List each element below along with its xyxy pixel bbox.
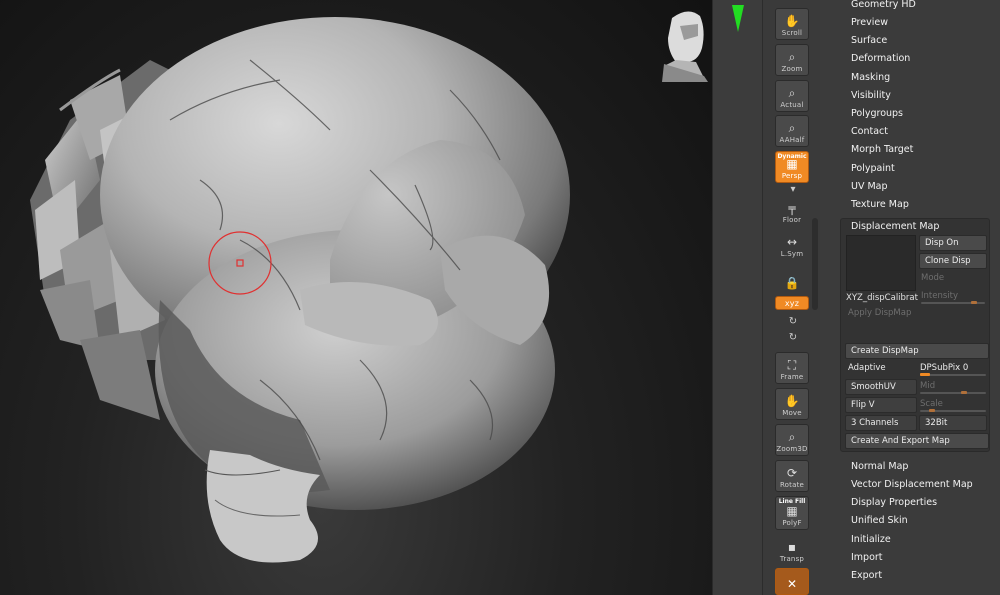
menu-item-contact[interactable]: Contact — [851, 124, 888, 140]
menu-item-unified-skin[interactable]: Unified Skin — [851, 513, 908, 529]
intensity-slider-handle[interactable] — [971, 301, 977, 304]
panel-scrollbar[interactable] — [812, 218, 818, 310]
smoothuv-toggle[interactable]: SmoothUV — [845, 379, 917, 395]
actual-button[interactable]: ⌕ Actual — [775, 80, 809, 112]
rotate-button[interactable]: ⟳ Rotate — [775, 460, 809, 492]
disp-on-button[interactable]: Disp On — [919, 235, 987, 251]
adaptive-toggle[interactable]: Adaptive — [848, 361, 886, 375]
menu-item-deformation[interactable]: Deformation — [851, 51, 910, 67]
aahalf-icon: ⌕ — [788, 121, 796, 135]
intensity-label: Intensity — [921, 291, 958, 301]
menu-item-display-properties[interactable]: Display Properties — [851, 495, 937, 511]
hand-icon: ✋ — [784, 14, 800, 28]
menu-item-polygroups[interactable]: Polygroups — [851, 106, 903, 122]
menu-item-morph-target[interactable]: Morph Target — [851, 142, 913, 158]
displacement-thumbnail-label: XYZ_dispCalibrat — [846, 293, 918, 303]
mid-slider-handle[interactable] — [961, 391, 967, 394]
floor-icon: ╤ — [788, 201, 796, 215]
menu-item-export[interactable]: Export — [851, 568, 882, 584]
menu-item-initialize[interactable]: Initialize — [851, 532, 891, 548]
transp-icon: ▪ — [787, 540, 797, 554]
move-button[interactable]: ✋ Move — [775, 388, 809, 420]
menu-item-preview[interactable]: Preview — [851, 15, 888, 31]
actual-icon: ⌕ — [788, 86, 796, 100]
menu-item-uv-map[interactable]: UV Map — [851, 179, 888, 195]
menu-item-visibility[interactable]: Visibility — [851, 88, 891, 104]
scale-slider-handle[interactable] — [929, 409, 935, 412]
aahalf-button[interactable]: ⌕ AAHalf — [775, 115, 809, 147]
clone-disp-button[interactable]: Clone Disp — [919, 253, 987, 269]
menu-item-surface[interactable]: Surface — [851, 33, 887, 49]
menu-item-vector-displacement-map[interactable]: Vector Displacement Map — [851, 477, 973, 493]
3d-viewport[interactable] — [0, 0, 712, 595]
magnifier-icon: ⌕ — [788, 50, 796, 64]
transp-button[interactable]: ▪ Transp — [775, 534, 809, 566]
lock-button[interactable]: 🔒 — [775, 262, 809, 294]
mid-label: Mid — [920, 381, 936, 391]
frame-icon: ⛶ — [787, 358, 797, 372]
displacement-thumbnail[interactable] — [846, 235, 916, 291]
mid-slider[interactable] — [920, 392, 986, 394]
frame-button[interactable]: ⛶ Frame — [775, 352, 809, 384]
menu-item-texture-map[interactable]: Texture Map — [851, 197, 909, 213]
zoom3d-icon: ⌕ — [788, 430, 796, 444]
menu-item-normal-map[interactable]: Normal Map — [851, 459, 908, 475]
lsym-button[interactable]: ↔ L.Sym — [775, 229, 809, 261]
head-navigation-gizmo[interactable] — [662, 11, 708, 82]
create-and-export-map-button[interactable]: Create And Export Map — [845, 433, 989, 449]
apply-dispmap-button[interactable]: Apply DispMap — [848, 306, 911, 320]
move-icon: ✋ — [784, 394, 800, 408]
32bit-toggle[interactable]: 32Bit — [919, 415, 987, 431]
channels-toggle[interactable]: 3 Channels — [845, 415, 917, 431]
persp-button[interactable]: Dynamic ▦ Persp — [775, 151, 809, 183]
menu-item-geometry-hd[interactable]: Geometry HD — [851, 0, 916, 13]
rotate-icon: ⟳ — [786, 466, 798, 480]
left-shelf — [712, 0, 762, 595]
ghost-icon: ✕ — [786, 577, 798, 591]
mode-label: Mode — [921, 273, 945, 283]
green-arrow-icon — [732, 5, 744, 32]
flip-v-toggle[interactable]: Flip V — [845, 397, 917, 413]
tool-menu-panel: Geometry HD Preview Surface Deformation … — [820, 0, 1000, 595]
lock-icon: 🔒 — [784, 276, 800, 290]
polyf-icon: ▦ — [786, 504, 798, 518]
menu-item-masking[interactable]: Masking — [851, 70, 890, 86]
ghost-button[interactable]: ✕ — [775, 568, 809, 595]
zoom3d-button[interactable]: ⌕ Zoom3D — [775, 424, 809, 456]
xyz-button[interactable]: xyz — [775, 296, 809, 310]
polyf-button[interactable]: Line Fill ▦ PolyF — [775, 496, 809, 530]
menu-item-import[interactable]: Import — [851, 550, 883, 566]
sculpt-model[interactable] — [0, 0, 712, 595]
dpsubpix-slider-fill — [920, 373, 930, 376]
floor-button[interactable]: ╤ Floor — [775, 195, 809, 227]
rotate-z-icon[interactable]: ↻ — [787, 332, 799, 344]
zoom-button[interactable]: ⌕ Zoom — [775, 44, 809, 76]
lsym-icon: ↔ — [786, 235, 798, 249]
displacement-map-header[interactable]: Displacement Map — [851, 220, 939, 234]
rotate-y-icon[interactable]: ↻ — [787, 316, 799, 328]
scroll-button[interactable]: ✋ Scroll — [775, 8, 809, 40]
displacement-map-panel: Displacement Map XYZ_dispCalibrat Disp O… — [840, 218, 990, 452]
create-dispmap-button[interactable]: Create DispMap — [845, 343, 989, 359]
menu-item-polypaint[interactable]: Polypaint — [851, 161, 895, 177]
